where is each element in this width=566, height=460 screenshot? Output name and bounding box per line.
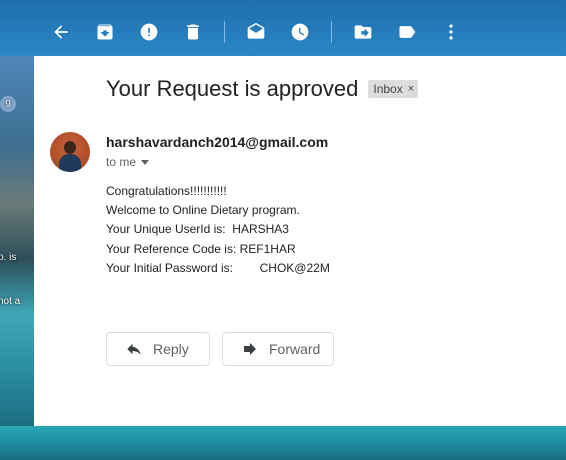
labels-icon	[399, 26, 416, 38]
delete-button[interactable]	[180, 19, 206, 45]
chevron-down-icon	[141, 159, 150, 165]
forward-icon	[244, 343, 256, 355]
background-text-2: not a	[0, 296, 21, 307]
report-spam-icon	[140, 23, 158, 41]
back-icon	[54, 25, 68, 39]
forward-button[interactable]: Forward	[222, 332, 334, 366]
mark-unread-button[interactable]	[243, 19, 269, 45]
labels-button[interactable]	[394, 19, 420, 45]
snooze-button[interactable]	[287, 19, 313, 45]
recipient-label: to me	[106, 155, 137, 169]
snooze-icon	[291, 23, 309, 41]
email-subject: Your Request is approved	[106, 76, 359, 101]
subject-row: Your Request is approved Inbox ×	[106, 76, 419, 102]
back-button[interactable]	[48, 19, 74, 45]
label-name: Inbox	[373, 82, 403, 96]
move-to-icon	[354, 25, 372, 39]
delete-icon	[187, 24, 199, 40]
body-line: Congratulations!!!!!!!!!!!	[106, 184, 227, 198]
avatar-body	[59, 154, 81, 172]
background-text-1: o. is	[0, 252, 17, 263]
reply-button[interactable]: Reply	[106, 332, 210, 366]
report-spam-button[interactable]	[136, 19, 162, 45]
recipient-details-toggle[interactable]: to me	[106, 155, 150, 169]
toolbar-divider	[224, 21, 225, 43]
body-line: Your Reference Code is: REF1HAR	[106, 241, 296, 256]
email-toolbar	[34, 12, 566, 52]
reply-icon	[127, 343, 141, 355]
sender-avatar[interactable]	[50, 132, 90, 172]
background-strip-left: 9 o. is not a	[0, 56, 34, 426]
reply-label: Reply	[153, 341, 189, 357]
avatar-head	[64, 141, 76, 154]
archive-icon	[97, 24, 113, 40]
remove-label-icon[interactable]: ×	[408, 83, 414, 95]
more-icon	[449, 24, 453, 40]
more-button[interactable]	[438, 19, 464, 45]
forward-label: Forward	[269, 341, 321, 357]
mark-unread-icon	[247, 22, 265, 39]
background-badge: 9	[0, 96, 16, 112]
inbox-label-chip[interactable]: Inbox ×	[368, 80, 419, 98]
body-line: Welcome to Online Dietary program.	[106, 203, 300, 218]
email-view: Your Request is approved Inbox × harshav…	[34, 56, 566, 426]
archive-button[interactable]	[92, 19, 118, 45]
move-to-button[interactable]	[350, 19, 376, 45]
background-strip-bottom	[0, 426, 566, 460]
toolbar-divider	[331, 21, 332, 43]
email-body: Congratulations!!!!!!!!!!! Welcome to On…	[106, 182, 330, 278]
sender-email[interactable]: harshavardanch2014@gmail.com	[106, 134, 328, 150]
body-line: Your Unique UserId is: HARSHA3	[106, 222, 289, 237]
body-line: Your Initial Password is: CHOK@22M	[106, 260, 330, 275]
